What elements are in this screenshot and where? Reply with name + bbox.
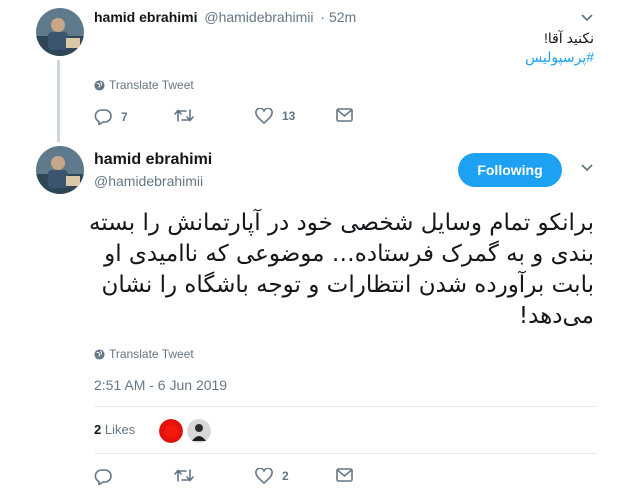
hashtag-link[interactable]: #پرسپولیس <box>525 49 594 66</box>
heart-icon <box>255 108 273 124</box>
translate-tweet-link[interactable]: Translate Tweet <box>94 78 194 92</box>
translate-tweet-link[interactable]: Translate Tweet <box>94 347 194 361</box>
author-handle[interactable]: @hamidebrahimii <box>94 173 203 189</box>
like-button[interactable]: 13 <box>255 108 295 124</box>
author-name[interactable]: hamid ebrahimi <box>94 151 212 169</box>
like-count: 13 <box>282 109 296 123</box>
reply-count: 7 <box>121 109 128 124</box>
retweet-icon <box>174 109 194 122</box>
direct-message-button[interactable] <box>336 468 353 482</box>
separator: · <box>320 9 326 25</box>
liker-avatar[interactable] <box>187 419 211 443</box>
retweet-button[interactable] <box>174 108 194 123</box>
direct-message-button[interactable] <box>336 108 353 122</box>
tweet-timestamp[interactable]: 2:51 AM - 6 Jun 2019 <box>94 377 227 393</box>
liker-avatar[interactable] <box>159 419 183 443</box>
following-button[interactable]: Following <box>458 153 562 187</box>
translate-label: Translate Tweet <box>109 347 194 361</box>
avatar[interactable] <box>36 146 84 194</box>
thread-connector <box>57 60 60 142</box>
retweet-icon <box>174 469 194 482</box>
author-name[interactable]: hamid ebrahimi <box>94 9 197 25</box>
tweet-actions: 2 <box>94 468 374 488</box>
tweet-text: برانکو تمام وسایل شخصی خود در آپارتمانش … <box>88 210 594 329</box>
dm-icon <box>336 468 353 482</box>
translate-label: Translate Tweet <box>109 78 194 92</box>
tweet-time[interactable]: 52m <box>329 9 356 25</box>
globe-icon <box>94 348 105 360</box>
reply-icon <box>94 469 112 485</box>
avatar[interactable] <box>36 8 84 56</box>
reply-icon <box>94 109 112 125</box>
globe-icon <box>94 79 105 91</box>
reply-button[interactable]: 7 <box>94 108 128 125</box>
likes-count: 2 <box>94 422 102 437</box>
tweet-text: نکنید آقا! <box>543 30 594 46</box>
dm-icon <box>336 108 353 122</box>
retweet-button[interactable] <box>174 468 194 483</box>
reply-button[interactable] <box>94 468 112 485</box>
like-button[interactable]: 2 <box>255 468 289 484</box>
divider <box>94 453 596 454</box>
chevron-down-icon[interactable] <box>581 14 593 22</box>
likes-summary[interactable]: 2 Likes <box>94 422 135 437</box>
chevron-down-icon[interactable] <box>581 164 593 172</box>
tweet-header: hamid ebrahimi @hamidebrahimii · 52m <box>94 9 356 25</box>
author-handle[interactable]: @hamidebrahimii <box>204 9 313 25</box>
heart-icon <box>255 468 273 484</box>
divider <box>94 406 596 407</box>
tweet-actions: 7 13 <box>94 108 374 128</box>
like-count: 2 <box>282 469 289 483</box>
likes-label: Likes <box>104 422 136 437</box>
